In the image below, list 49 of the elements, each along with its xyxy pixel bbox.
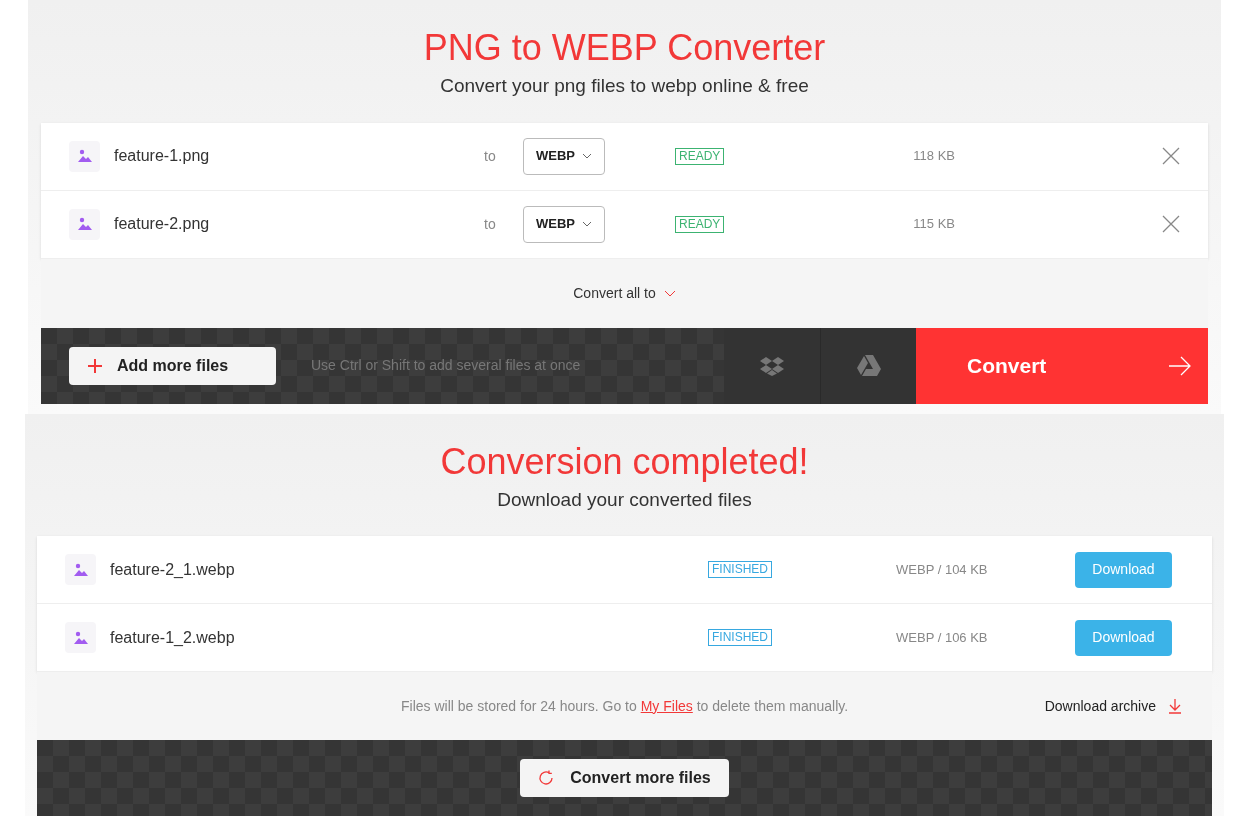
convert-all-dropdown[interactable]: Convert all to — [573, 282, 676, 304]
storage-note: Files will be stored for 24 hours. Go to My Files to delete them manually. — [401, 696, 849, 716]
close-icon — [1162, 215, 1180, 233]
dropbox-button[interactable] — [724, 327, 820, 404]
file-size: WEBP / 106 KB — [896, 628, 988, 647]
status-badge: FINISHED — [708, 629, 772, 646]
plus-icon — [87, 357, 103, 374]
format-select[interactable]: WEBP — [523, 205, 605, 243]
hint-text: Use Ctrl or Shift to add several files at once — [311, 356, 581, 375]
my-files-link[interactable]: My Files — [640, 697, 693, 714]
format-select[interactable]: WEBP — [523, 137, 605, 175]
add-files-button[interactable]: Add more files — [69, 346, 276, 385]
download-icon — [1168, 698, 1182, 714]
convert-more-button[interactable]: Convert more files — [520, 759, 729, 797]
chevron-down-icon — [663, 289, 676, 297]
file-size: 115 KB — [913, 215, 957, 234]
file-name: feature-2_1.webp — [110, 559, 236, 580]
google-drive-button[interactable] — [820, 327, 916, 404]
drive-triangle-icon — [856, 355, 881, 376]
file-name: feature-2.png — [114, 214, 211, 234]
convert-button[interactable]: Convert — [916, 327, 1208, 404]
to-label: to — [484, 146, 497, 166]
dropbox-icon — [760, 355, 784, 376]
download-archive-button[interactable]: Download archive — [1044, 695, 1182, 717]
close-button[interactable] — [1162, 146, 1182, 166]
file-size: 118 KB — [913, 147, 957, 166]
chevron-down-icon — [582, 221, 592, 227]
status-badge: READY — [675, 215, 725, 233]
image-file-icon — [65, 622, 96, 653]
status-badge: READY — [675, 147, 725, 165]
page-title: Conversion completed! — [440, 439, 809, 484]
image-file-icon — [69, 208, 100, 240]
arrow-right-icon — [1168, 355, 1192, 376]
image-file-icon — [69, 140, 100, 172]
page-subtitle: Convert your png files to webp online & free — [440, 74, 809, 98]
page-subtitle: Download your converted files — [497, 487, 752, 512]
close-icon — [1162, 147, 1180, 165]
format-value: WEBP — [536, 147, 575, 166]
to-label: to — [484, 214, 497, 234]
close-button[interactable] — [1162, 214, 1182, 234]
page-title: PNG to WEBP Converter — [423, 26, 826, 70]
format-value: WEBP — [536, 215, 575, 234]
status-badge: FINISHED — [708, 561, 772, 578]
image-file-icon — [65, 554, 96, 585]
chevron-down-icon — [582, 153, 592, 159]
file-size: WEBP / 104 KB — [896, 560, 988, 579]
refresh-icon — [538, 770, 555, 786]
file-name: feature-1.png — [114, 146, 211, 166]
file-name: feature-1_2.webp — [110, 627, 236, 648]
